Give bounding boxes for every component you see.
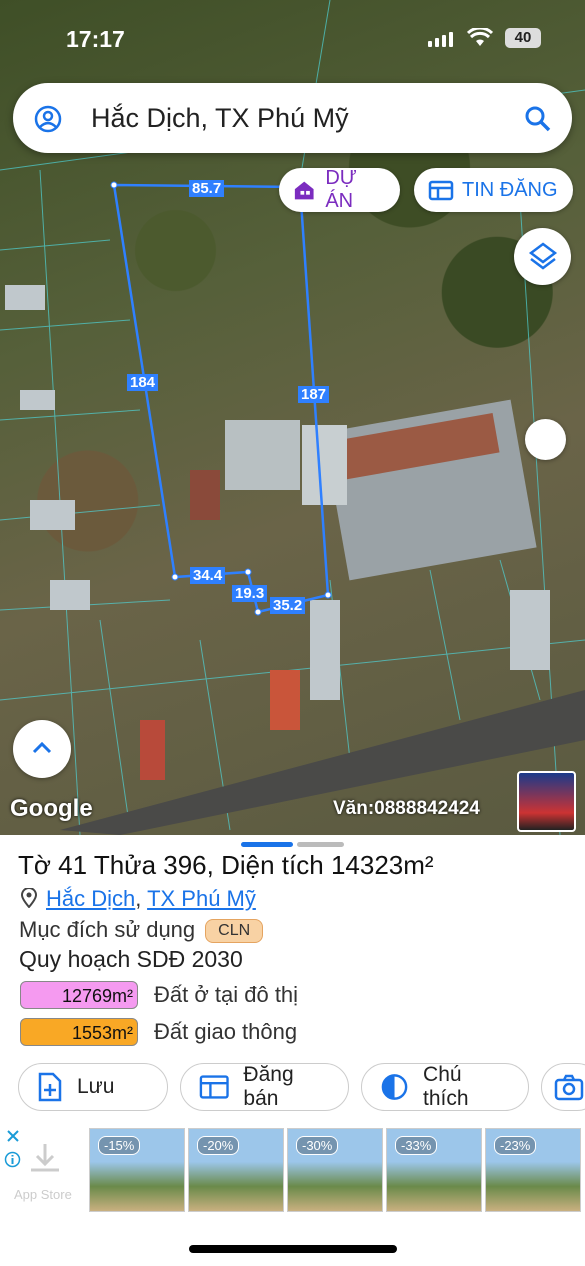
land-use-purpose: Mục đích sử dụng CLN xyxy=(19,917,264,943)
zone-row: 12769m² Đất ở tại đô thị xyxy=(20,980,298,1010)
edge-label: 34.4 xyxy=(190,567,226,584)
town-link[interactable]: TX Phú Mỹ xyxy=(147,886,256,911)
road xyxy=(60,690,585,835)
layers-icon xyxy=(528,242,558,270)
sheet-handle[interactable] xyxy=(241,842,293,847)
project-label: DỰ ÁN xyxy=(325,167,357,212)
side-handle[interactable] xyxy=(525,419,566,460)
ad-image[interactable]: -30% xyxy=(287,1128,383,1212)
parcel-area: 14323m² xyxy=(330,850,434,880)
parcel-title: Tờ 41 Thửa 396, Diện tích 14323m² xyxy=(18,850,434,881)
save-button[interactable]: Lưu xyxy=(18,1063,168,1111)
zone-label: Đất giao thông xyxy=(154,1019,298,1044)
search-text[interactable]: Hắc Dịch, TX Phú Mỹ xyxy=(91,103,349,134)
ad-image[interactable]: -20% xyxy=(188,1128,284,1212)
location-separator: , xyxy=(135,886,148,911)
watermark: Văn:0888842424 xyxy=(333,798,480,819)
save-label: Lưu xyxy=(77,1075,115,1098)
clock: 17:17 xyxy=(66,26,125,52)
discount-badge: -23% xyxy=(494,1136,537,1155)
discount-badge: -15% xyxy=(98,1136,141,1155)
info-icon[interactable] xyxy=(4,1151,21,1168)
expand-up-button[interactable] xyxy=(13,720,71,778)
agent-avatar[interactable] xyxy=(517,771,576,832)
status-bar: 17:17 40 xyxy=(0,22,585,58)
home-indicator[interactable] xyxy=(189,1245,397,1253)
chevron-up-icon xyxy=(32,741,52,754)
sheet-handle-secondary[interactable] xyxy=(297,842,344,847)
plan-title: Quy hoạch SDĐ 2030 xyxy=(19,946,243,972)
zone-row: 1553m² Đất giao thông xyxy=(20,1017,297,1047)
commune-link[interactable]: Hắc Dịch xyxy=(46,886,135,911)
purpose-label: Mục đích sử dụng xyxy=(19,917,196,942)
sell-label: Đăng bán xyxy=(243,1063,294,1110)
battery-indicator: 40 xyxy=(505,28,541,48)
contrast-icon xyxy=(381,1074,408,1100)
project-button[interactable]: DỰ ÁN xyxy=(279,167,400,212)
edge-label: 35.2 xyxy=(270,597,306,614)
cellular-signal-icon xyxy=(428,32,453,47)
parcel-word: Thửa xyxy=(87,850,164,880)
ad-banner[interactable]: App Store -15% -20% -30% -33% -23% xyxy=(0,1120,585,1215)
search-bar[interactable]: Hắc Dịch, TX Phú Mỹ xyxy=(13,83,572,153)
parcel-boundary xyxy=(112,183,330,614)
edge-label: 187 xyxy=(298,386,330,403)
edge-label: 19.3 xyxy=(232,585,268,602)
listing-icon xyxy=(428,180,454,201)
title-prefix: Tờ xyxy=(18,850,59,880)
close-icon[interactable] xyxy=(5,1128,21,1144)
add-file-icon xyxy=(38,1072,62,1102)
parcel-number: 396 xyxy=(163,850,207,880)
listing-label: TIN ĐĂNG xyxy=(462,178,558,201)
listing-icon xyxy=(199,1075,229,1099)
sheet-number: 41 xyxy=(58,850,88,880)
download-icon xyxy=(31,1144,59,1172)
edge-label: 184 xyxy=(127,374,159,391)
discount-badge: -20% xyxy=(197,1136,240,1155)
edge-label: 85.7 xyxy=(189,180,225,197)
google-logo: Google xyxy=(10,795,93,822)
account-icon[interactable] xyxy=(34,105,62,133)
building-icon xyxy=(294,181,314,200)
factory-roof xyxy=(190,399,537,581)
discount-badge: -33% xyxy=(395,1136,438,1155)
zone-area: 1553m² xyxy=(20,1018,138,1046)
purpose-badge: CLN xyxy=(205,919,264,943)
ad-image[interactable]: -23% xyxy=(485,1128,581,1212)
wifi-icon xyxy=(467,28,493,46)
ad-image[interactable]: -33% xyxy=(386,1128,482,1212)
satellite-map[interactable]: 85.7 184 187 34.4 19.3 35.2 17:17 40 Hắc… xyxy=(0,0,585,835)
layers-button[interactable] xyxy=(514,228,571,285)
ad-image[interactable]: -15% xyxy=(89,1128,185,1212)
sell-button[interactable]: Đăng bán xyxy=(180,1063,349,1111)
camera-button[interactable] xyxy=(541,1063,585,1111)
parcel-location: Hắc Dịch, TX Phú Mỹ xyxy=(20,886,256,912)
discount-badge: -30% xyxy=(296,1136,339,1155)
store-label: App Store xyxy=(14,1187,72,1202)
listing-button[interactable]: TIN ĐĂNG xyxy=(414,168,573,212)
legend-button[interactable]: Chú thích xyxy=(361,1063,529,1111)
zone-label: Đất ở tại đô thị xyxy=(154,982,299,1007)
camera-icon xyxy=(554,1074,584,1101)
search-icon[interactable] xyxy=(524,105,552,133)
legend-label: Chú thích xyxy=(423,1063,469,1110)
area-prefix: , Diện tích xyxy=(206,850,331,880)
zone-area: 12769m² xyxy=(20,981,138,1009)
location-pin-icon xyxy=(20,887,38,909)
